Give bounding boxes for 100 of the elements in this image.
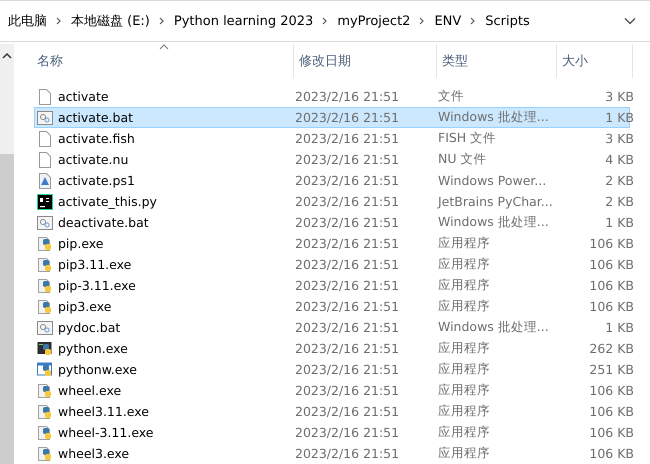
modified-date: 2023/2/16 21:51 [295,131,400,146]
python-icon [37,298,53,314]
file-size: 106 KB [588,425,634,440]
file-size: 4 KB [604,152,634,167]
file-name: wheel-3.11.exe [58,425,154,440]
file-size: 1 KB [604,215,634,230]
file-name: pip3.11.exe [58,257,132,272]
column-header[interactable]: 大小 [557,44,633,78]
file-name: activate [58,89,109,104]
file-size: 106 KB [588,299,634,314]
modified-date: 2023/2/16 21:51 [295,215,400,230]
file-size: 106 KB [588,383,634,398]
file-size: 3 KB [604,131,634,146]
file-name: activate.bat [58,110,134,125]
python-console-icon [37,340,53,356]
file-name: activate.fish [58,131,135,146]
python-icon [37,424,53,440]
modified-date: 2023/2/16 21:51 [295,446,400,461]
file-type: Windows 批处理... [438,319,550,336]
file-name: activate.nu [58,152,128,167]
chevron-right-icon [418,17,426,25]
modified-date: 2023/2/16 21:51 [295,257,400,272]
python-icon [37,382,53,398]
python-icon [37,236,53,252]
modified-date: 2023/2/16 21:51 [295,404,400,419]
modified-date: 2023/2/16 21:51 [295,152,400,167]
file-size: 3 KB [604,89,634,104]
chevron-right-icon [55,17,63,25]
file-name: pip3.exe [58,299,112,314]
file-size: 106 KB [588,404,634,419]
file-type: 应用程序 [438,277,491,294]
file-type: 应用程序 [438,340,491,357]
file-size: 262 KB [588,341,634,356]
modified-date: 2023/2/16 21:51 [295,89,400,104]
file-size: 2 KB [604,173,634,188]
modified-date: 2023/2/16 21:51 [295,173,400,188]
modified-date: 2023/2/16 21:51 [295,194,400,209]
python-icon [37,404,53,420]
breadcrumb-item[interactable]: Python learning 2023 [174,14,314,28]
chevron-right-icon [158,17,166,25]
file-name: pythonw.exe [58,362,137,377]
file-name: pip.exe [58,236,104,251]
file-name: wheel.exe [58,383,122,398]
pycharm-icon [37,194,53,210]
modified-date: 2023/2/16 21:51 [295,425,400,440]
chevron-right-icon [469,17,478,25]
file-name: activate_this.py [58,194,157,209]
file-name: activate.ps1 [58,173,135,188]
file-size: 2 KB [604,194,634,209]
file-type: Windows 批处理... [438,214,550,231]
file-type: NU 文件 [438,151,488,168]
file-name: pip-3.11.exe [58,278,136,293]
modified-date: 2023/2/16 21:51 [295,341,400,356]
file-name: python.exe [58,341,128,356]
file-size: 106 KB [588,257,634,272]
modified-date: 2023/2/16 21:51 [295,236,400,251]
file-size: 251 KB [588,362,634,377]
file-size: 106 KB [588,446,634,461]
file-type: 应用程序 [438,403,491,420]
file-type: 应用程序 [438,361,491,378]
scrollbar-thumb[interactable] [0,154,14,464]
file-name: pydoc.bat [58,320,120,335]
file-type: 应用程序 [438,256,491,273]
file-size: 1 KB [604,320,634,335]
breadcrumb-item[interactable]: myProject2 [337,14,410,28]
document-icon [37,152,53,168]
scroll-up-icon[interactable] [2,52,12,60]
file-name: wheel3.exe [58,446,130,461]
python-icon [37,446,53,462]
modified-date: 2023/2/16 21:51 [295,320,400,335]
address-bar[interactable]: 此电脑 本地磁盘 (E:) Python learning 2023 myProject2 ENV Scripts [0,0,650,42]
modified-date: 2023/2/16 21:51 [295,299,400,314]
file-size: 106 KB [588,236,634,251]
document-icon [37,130,53,146]
column-header[interactable]: 类型 [437,44,557,78]
chevron-right-icon [321,17,330,25]
file-type: 应用程序 [438,445,491,462]
file-type: 文件 [438,88,465,105]
file-type: JetBrains PyChar... [438,194,554,209]
file-type: 应用程序 [438,235,491,252]
python-icon [37,278,53,294]
file-size: 106 KB [588,278,634,293]
scrollbar[interactable] [0,44,14,464]
breadcrumb-item[interactable]: Scripts [485,14,530,28]
chevron-down-icon[interactable] [624,17,636,25]
modified-date: 2023/2/16 21:51 [295,383,400,398]
python-window-icon [37,362,53,378]
modified-date: 2023/2/16 21:51 [295,362,400,377]
file-type: Windows 批处理... [438,109,550,126]
modified-date: 2023/2/16 21:51 [295,278,400,293]
column-header[interactable]: 名称 [34,44,294,78]
python-icon [37,256,53,272]
breadcrumb-item[interactable]: ENV [434,14,462,28]
column-header[interactable]: 修改日期 [294,44,437,78]
file-name: deactivate.bat [58,215,149,230]
breadcrumb-item[interactable]: 本地磁盘 (E:) [71,12,150,30]
file-type: Windows Power... [438,173,548,188]
document-icon [37,88,53,104]
breadcrumb-item[interactable]: 此电脑 [8,12,47,30]
file-type: 应用程序 [438,424,491,441]
